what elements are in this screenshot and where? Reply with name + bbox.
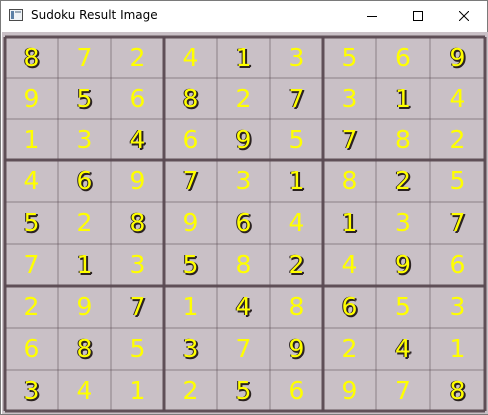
solved-digit: 4: [449, 83, 466, 113]
solved-digit: 2: [182, 375, 199, 405]
solved-digit: 6: [449, 250, 466, 279]
solved-digit: 4: [182, 42, 199, 72]
solved-digit: 5: [395, 292, 411, 321]
given-digit: 5: [23, 208, 40, 237]
solved-digit: 5: [288, 124, 305, 154]
solved-digit: 9: [129, 166, 146, 195]
solved-digit: 9: [341, 375, 358, 405]
solved-digit: 3: [341, 83, 358, 113]
solved-digit: 2: [449, 124, 466, 154]
given-digit: 2: [288, 250, 305, 279]
solved-digit: 6: [288, 375, 305, 405]
given-digit: 3: [23, 375, 40, 405]
solved-digit: 6: [129, 83, 146, 113]
given-digit: 9: [395, 250, 411, 279]
solved-digit: 6: [182, 124, 199, 154]
given-digit: 2: [395, 166, 411, 195]
given-digit: 8: [449, 375, 466, 405]
solved-digit: 3: [395, 208, 411, 237]
solved-digit: 4: [341, 250, 358, 279]
solved-digit: 8: [341, 166, 358, 195]
given-digit: 1: [341, 208, 358, 237]
close-icon: [459, 11, 469, 21]
given-digit: 8: [23, 42, 40, 72]
given-digit: 1: [288, 166, 305, 195]
sudoku-result-image: 8 7 2 4 1 3 5 6 9 9 5 6 8 2 7 3 1 4 1 3 4 6 9 5 7 8 2 4 6 9 7 3 1 8 2 5 5 2 8 9…: [2, 32, 488, 414]
solved-digit: 3: [129, 250, 146, 279]
solved-digit: 5: [341, 42, 358, 72]
given-digit: 7: [182, 166, 199, 195]
given-digit: 7: [129, 292, 146, 321]
solved-digit: 3: [76, 124, 93, 154]
solved-digit: 4: [23, 166, 40, 195]
given-digit: 7: [288, 83, 305, 113]
solved-digit: 7: [23, 250, 40, 279]
solved-digit: 2: [341, 334, 358, 363]
app-window-icon: [9, 9, 23, 21]
solved-digit: 2: [23, 292, 40, 321]
given-digit: 8: [129, 208, 146, 237]
minimize-icon: [367, 16, 377, 17]
given-digit: 7: [341, 124, 358, 154]
minimize-button[interactable]: [349, 1, 395, 31]
given-digit: 3: [182, 334, 199, 363]
solved-digit: 2: [235, 83, 252, 113]
solved-digit: 9: [23, 83, 40, 113]
solved-digit: 3: [235, 166, 252, 195]
given-digit: 4: [235, 292, 252, 321]
solved-digit: 1: [449, 334, 466, 363]
given-digit: 6: [235, 208, 252, 237]
given-digit: 5: [76, 83, 93, 113]
solved-digit: 1: [129, 375, 146, 405]
given-digit: 1: [76, 250, 93, 279]
maximize-button[interactable]: [395, 1, 441, 31]
solved-digit: 3: [288, 42, 305, 72]
solved-digit: 6: [23, 334, 40, 363]
solved-digit: 5: [129, 334, 146, 363]
given-digit: 8: [76, 334, 93, 363]
maximize-icon: [413, 11, 423, 21]
solved-digit: 6: [395, 42, 411, 72]
given-digit: 5: [182, 250, 199, 279]
title-bar[interactable]: Sudoku Result Image: [1, 1, 487, 31]
solved-digit: 8: [235, 250, 252, 279]
solved-digit: 2: [129, 42, 146, 72]
given-digit: 4: [395, 334, 411, 363]
solved-digit: 9: [76, 292, 93, 321]
given-digit: 9: [235, 124, 252, 154]
result-window: Sudoku Result Image 8 7 2 4 1 3 5 6 9 9 5 6 8 2 7 3 1 4 1 3…: [0, 0, 488, 415]
solved-digit: 3: [449, 292, 466, 321]
given-digit: 5: [235, 375, 252, 405]
given-digit: 6: [76, 166, 93, 195]
given-digit: 7: [449, 208, 466, 237]
solved-digit: 1: [182, 292, 199, 321]
given-digit: 6: [341, 292, 358, 321]
given-digit: 4: [129, 124, 146, 154]
solved-digit: 8: [288, 292, 305, 321]
solved-digit: 4: [288, 208, 305, 237]
solved-digit: 7: [395, 375, 411, 405]
solved-digit: 2: [76, 208, 93, 237]
window-title: Sudoku Result Image: [31, 8, 158, 22]
solved-digit: 9: [182, 208, 199, 237]
given-digit: 8: [182, 83, 199, 113]
given-digit: 9: [288, 334, 305, 363]
given-digit: 1: [395, 83, 411, 113]
solved-digit: 4: [76, 375, 93, 405]
given-digit: 9: [449, 42, 466, 72]
given-digit: 1: [235, 42, 252, 72]
solved-digit: 7: [235, 334, 252, 363]
solved-digit: 1: [23, 124, 40, 154]
solved-digit: 8: [395, 124, 411, 154]
close-button[interactable]: [441, 1, 487, 31]
solved-digit: 5: [449, 166, 466, 195]
solved-digit: 7: [76, 42, 93, 72]
